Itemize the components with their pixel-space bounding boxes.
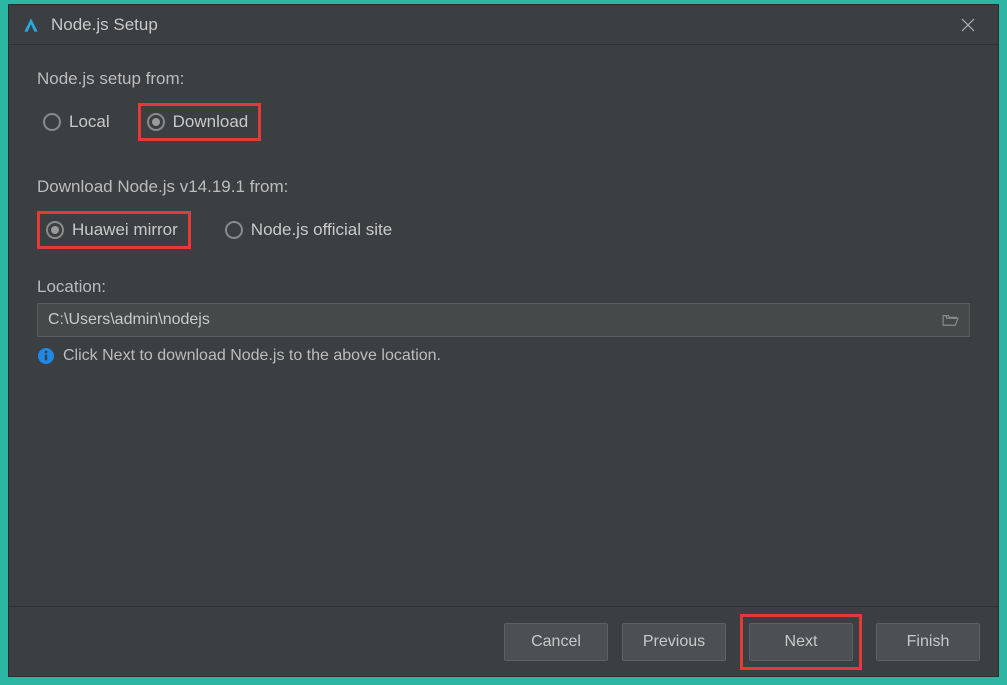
- radio-icon: [43, 113, 61, 131]
- browse-button[interactable]: [933, 304, 969, 336]
- dialog-content: Node.js setup from: Local Download Downl…: [9, 45, 998, 606]
- info-text: Click Next to download Node.js to the ab…: [63, 347, 441, 365]
- app-logo-icon: [21, 15, 41, 35]
- radio-icon: [147, 113, 165, 131]
- location-label: Location:: [37, 277, 970, 297]
- previous-button[interactable]: Previous: [622, 623, 726, 661]
- close-button[interactable]: [950, 7, 986, 43]
- dialog-footer: Cancel Previous Next Finish: [9, 606, 998, 676]
- radio-download-label: Download: [173, 112, 249, 132]
- radio-icon: [46, 221, 64, 239]
- folder-open-icon: [942, 313, 960, 327]
- radio-local-label: Local: [69, 112, 110, 132]
- radio-download[interactable]: Download: [138, 103, 262, 141]
- cancel-button[interactable]: Cancel: [504, 623, 608, 661]
- radio-local[interactable]: Local: [37, 103, 120, 141]
- radio-huawei-label: Huawei mirror: [72, 220, 178, 240]
- info-row: Click Next to download Node.js to the ab…: [37, 347, 970, 365]
- radio-official-site[interactable]: Node.js official site: [219, 211, 402, 249]
- titlebar: Node.js Setup: [9, 5, 998, 45]
- setup-from-label: Node.js setup from:: [37, 69, 970, 89]
- radio-huawei-mirror[interactable]: Huawei mirror: [37, 211, 191, 249]
- next-button-highlight: Next: [740, 614, 862, 670]
- location-section: Location: Click Next to downlo: [37, 277, 970, 365]
- finish-button[interactable]: Finish: [876, 623, 980, 661]
- location-input-row: [37, 303, 970, 337]
- download-from-radio-group: Huawei mirror Node.js official site: [37, 211, 970, 249]
- download-from-label: Download Node.js v14.19.1 from:: [37, 177, 970, 197]
- setup-from-radio-group: Local Download: [37, 103, 970, 141]
- setup-dialog: Node.js Setup Node.js setup from: Local …: [8, 4, 999, 677]
- dialog-title: Node.js Setup: [51, 15, 950, 35]
- radio-official-label: Node.js official site: [251, 220, 392, 240]
- location-input[interactable]: [38, 304, 933, 336]
- next-button[interactable]: Next: [749, 623, 853, 661]
- info-icon: [37, 347, 55, 365]
- radio-icon: [225, 221, 243, 239]
